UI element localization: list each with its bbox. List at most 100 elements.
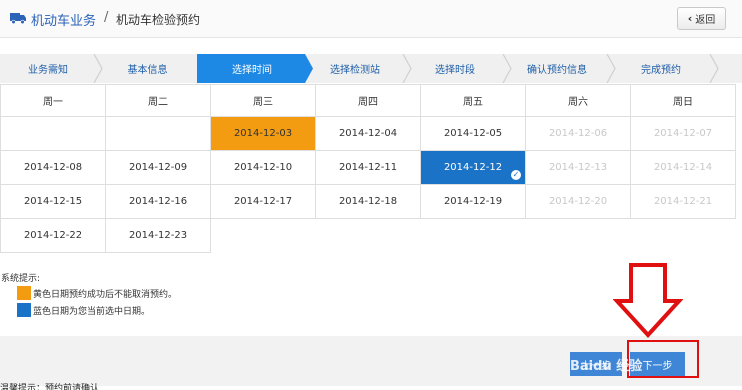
calendar-day[interactable]: 2014-12-11 <box>315 150 421 185</box>
calendar-day-label: 2014-12-22 <box>23 230 83 241</box>
calendar-day-disabled: 2014-12-13 <box>525 150 631 185</box>
weekday-header: 周五 <box>420 84 526 117</box>
back-button[interactable]: ‹ 返回 <box>677 7 726 30</box>
calendar-day-label: 2014-12-10 <box>233 162 293 173</box>
calendar-day[interactable]: 2014-12-23 <box>105 218 211 253</box>
calendar-week-row: 2014-12-03 2014-12-04 2014-12-05 2014-12-06… <box>0 116 736 151</box>
step-progress-bar: 业务需知 基本信息 选择时间 选择检测站 选择时段 确认预约信息 完成预约 <box>0 54 742 83</box>
calendar-day-label: 2014-12-16 <box>128 196 188 207</box>
calendar-empty-cell <box>631 219 736 253</box>
step-label: 完成预约 <box>641 65 681 76</box>
calendar-day[interactable]: 2014-12-09 <box>105 150 211 185</box>
calendar-empty-cell <box>105 116 211 151</box>
breadcrumb-current: 机动车检验预约 <box>116 13 201 27</box>
weekday-header-row: 周一 周二 周三 周四 周五 周六 周日 <box>0 84 736 117</box>
calendar-day-label: 2014-12-13 <box>548 162 608 173</box>
step-label: 确认预约信息 <box>527 65 587 76</box>
calendar-day-disabled: 2014-12-07 <box>630 116 736 151</box>
calendar-day-label: 2014-12-19 <box>443 196 503 207</box>
step-label: 选择检测站 <box>330 65 380 76</box>
step-divider <box>197 54 207 83</box>
calendar-day[interactable]: 2014-12-16 <box>105 184 211 219</box>
calendar-day[interactable]: 2014-12-15 <box>0 184 106 219</box>
calendar-day-label: 2014-12-04 <box>338 128 398 139</box>
calendar-day[interactable]: 2014-12-19 <box>420 184 526 219</box>
calendar-day-label: 2014-12-05 <box>443 128 503 139</box>
calendar-day-label: 2014-12-14 <box>653 162 713 173</box>
calendar-day-label: 2014-12-15 <box>23 196 83 207</box>
calendar-empty-cell <box>316 219 421 253</box>
calendar-empty-cell <box>211 219 316 253</box>
calendar-week-row: 2014-12-15 2014-12-16 2014-12-17 2014-12-18… <box>0 184 736 219</box>
step-3-active: 选择时间 <box>199 54 305 83</box>
blue-swatch <box>17 303 31 317</box>
step-divider <box>606 54 616 83</box>
check-icon: ✓ <box>511 170 521 180</box>
weekday-header: 周三 <box>210 84 316 117</box>
calendar-day[interactable]: 2014-12-05 <box>420 116 526 151</box>
weekday-header: 周二 <box>105 84 211 117</box>
step-divider <box>502 54 512 83</box>
calendar-week-row: 2014-12-22 2014-12-23 <box>0 218 736 253</box>
step-divider <box>303 54 313 83</box>
calendar-day-label: 2014-12-17 <box>233 196 293 207</box>
step-label: 选择时段 <box>435 65 475 76</box>
calendar-day-label: 2014-12-18 <box>338 196 398 207</box>
weekday-header: 周日 <box>630 84 736 117</box>
calendar-day-label: 2014-12-23 <box>128 230 188 241</box>
calendar-empty-cell <box>421 219 526 253</box>
calendar-day-label: 2014-12-07 <box>653 128 713 139</box>
weekday-header: 周四 <box>315 84 421 117</box>
step-label: 基本信息 <box>127 65 168 76</box>
calendar-day[interactable]: 2014-12-17 <box>210 184 316 219</box>
step-4: 选择检测站 <box>305 54 405 83</box>
page-header: 机动车业务 / 机动车检验预约 ‹ 返回 <box>0 0 742 38</box>
calendar-day-label: 2014-12-08 <box>23 162 83 173</box>
calendar-day-label: 2014-12-11 <box>338 162 398 173</box>
orange-swatch <box>17 286 31 300</box>
calendar-day-selected[interactable]: 2014-12-12 ✓ <box>420 150 526 185</box>
calendar-day-label: 2014-12-09 <box>128 162 188 173</box>
bottom-hint-text: 温馨提示：预约前请确认 <box>0 384 100 390</box>
calendar-day-label: 2014-12-21 <box>653 196 713 207</box>
down-arrow-annotation-icon <box>613 263 683 338</box>
step-2: 基本信息 <box>96 54 199 83</box>
calendar-day[interactable]: 2014-12-22 <box>0 218 106 253</box>
step-divider <box>93 54 103 83</box>
watermark: Baidu 经验 <box>570 359 643 374</box>
legend-orange: 黄色日期预约成功后不能取消预约。 <box>17 286 177 300</box>
step-6: 确认预约信息 <box>505 54 609 83</box>
legend-text: 蓝色日期为您当前选中日期。 <box>33 306 151 317</box>
calendar-day-label: 2014-12-06 <box>548 128 608 139</box>
chevron-left-icon: ‹ <box>687 12 693 25</box>
weekday-header: 周六 <box>525 84 631 117</box>
calendar-week-row: 2014-12-08 2014-12-09 2014-12-10 2014-12-11… <box>0 150 736 185</box>
legend-text: 黄色日期预约成功后不能取消预约。 <box>33 289 178 300</box>
truck-icon <box>10 13 26 24</box>
calendar-day[interactable]: 2014-12-10 <box>210 150 316 185</box>
breadcrumb-separator: / <box>104 10 109 25</box>
calendar-day[interactable]: 2014-12-18 <box>315 184 421 219</box>
tips-title: 系统提示: <box>1 274 41 284</box>
step-divider <box>709 54 719 83</box>
calendar-day-label: 2014-12-12 <box>443 162 503 173</box>
step-1: 业务需知 <box>0 54 96 83</box>
calendar-day-disabled: 2014-12-14 <box>630 150 736 185</box>
calendar-grid: 周一 周二 周三 周四 周五 周六 周日 2014-12-03 2014-12-0… <box>0 84 736 253</box>
calendar-day-disabled: 2014-12-21 <box>630 184 736 219</box>
step-7: 完成预约 <box>609 54 713 83</box>
calendar-day[interactable]: 2014-12-08 <box>0 150 106 185</box>
calendar-day[interactable]: 2014-12-04 <box>315 116 421 151</box>
calendar-day-label: 2014-12-03 <box>233 128 293 139</box>
step-divider <box>402 54 412 83</box>
weekday-header: 周一 <box>0 84 106 117</box>
calendar-day-disabled: 2014-12-06 <box>525 116 631 151</box>
calendar-empty-cell <box>0 116 106 151</box>
calendar-day-disabled: 2014-12-20 <box>525 184 631 219</box>
calendar-day[interactable]: 2014-12-03 <box>210 116 316 151</box>
calendar-empty-cell <box>526 219 631 253</box>
back-button-label: 返回 <box>695 15 716 26</box>
step-5: 选择时段 <box>405 54 505 83</box>
page-title[interactable]: 机动车业务 <box>31 10 96 29</box>
calendar-day-label: 2014-12-20 <box>548 196 608 207</box>
